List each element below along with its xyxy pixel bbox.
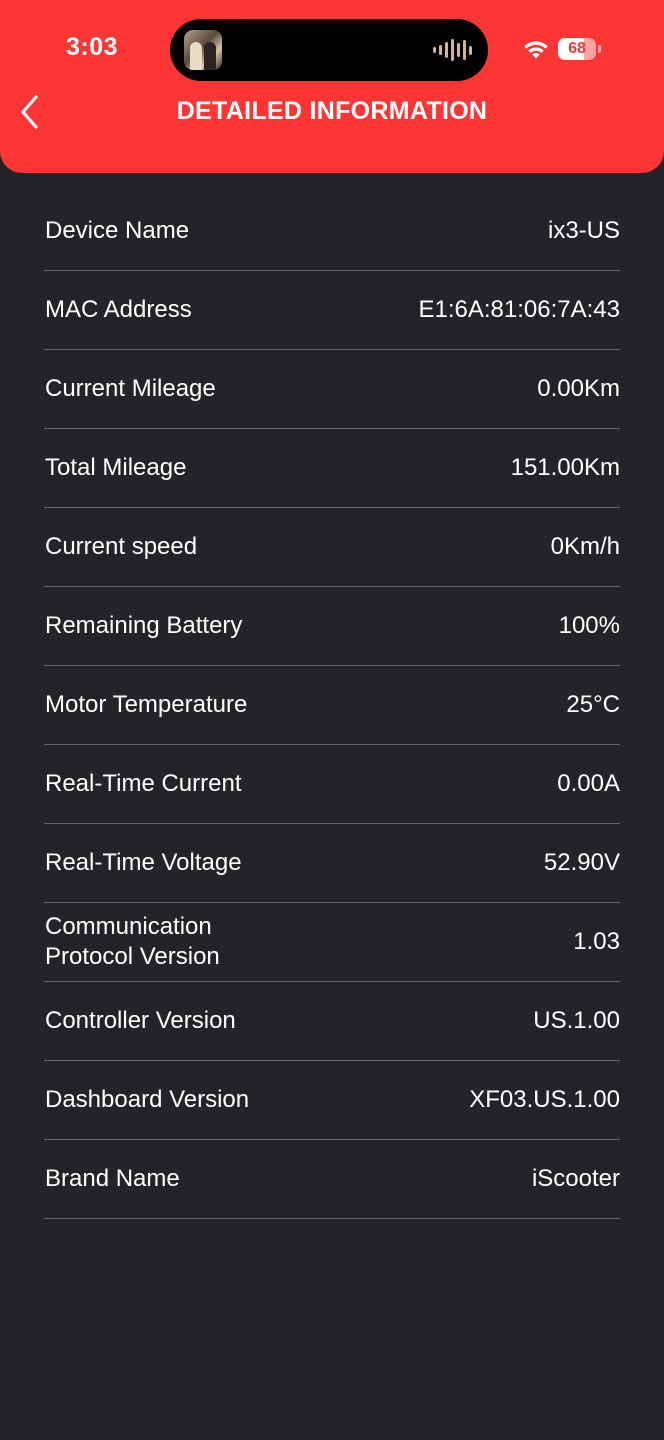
wifi-icon [524, 41, 548, 59]
detail-row: Motor Temperature 25°C [44, 666, 620, 745]
page-title: DETAILED INFORMATION [176, 97, 488, 125]
detail-value: 0Km/h [550, 533, 620, 560]
detail-list: Device Name ix3-US MAC Address E1:6A:81:06:… [44, 192, 620, 1219]
detail-label: Motor Temperature [45, 691, 248, 718]
detail-value: 0.00Km [537, 375, 620, 402]
detail-value: 1.03 [573, 928, 620, 955]
battery-icon: 68 [558, 38, 596, 60]
battery-percentage: 68 [568, 40, 586, 57]
detail-value: 52.90V [543, 849, 620, 876]
detail-value: iScooter [531, 1165, 620, 1192]
detail-row: Controller Version US.1.00 [44, 982, 620, 1061]
detail-row: Communication Protocol Version 1.03 [44, 903, 620, 982]
detail-value: 151.00Km [510, 454, 620, 481]
audio-waveform-icon [433, 39, 472, 61]
detail-row: Current Mileage 0.00Km [44, 350, 620, 429]
detail-row: Real-Time Current 0.00A [44, 745, 620, 824]
detail-label: Current Mileage [45, 375, 216, 402]
detail-value: ix3-US [547, 217, 620, 244]
header-bar: 3:03 68 DETAILED INFORMATION [0, 0, 664, 173]
detail-label: Device Name [45, 217, 190, 244]
detail-row: Brand Name iScooter [44, 1140, 620, 1219]
detail-label: Current speed [45, 533, 198, 560]
detail-value: US.1.00 [533, 1007, 620, 1034]
detail-row: Dashboard Version XF03.US.1.00 [44, 1061, 620, 1140]
detail-row: Current speed 0Km/h [44, 508, 620, 587]
detail-label: Brand Name [45, 1165, 180, 1192]
detail-label: Real-Time Voltage [45, 849, 242, 876]
detail-label: Dashboard Version [45, 1086, 250, 1113]
detail-label: MAC Address [45, 296, 192, 323]
detail-value: 25°C [566, 691, 620, 718]
detail-label: Remaining Battery [45, 612, 243, 639]
detail-row: Remaining Battery 100% [44, 587, 620, 666]
detail-label: Total Mileage [45, 454, 187, 481]
detail-label: Controller Version [45, 1007, 236, 1034]
now-playing-artwork-icon [184, 30, 222, 70]
battery-nub [598, 45, 601, 53]
detail-value: E1:6A:81:06:7A:43 [418, 296, 621, 323]
detail-value: XF03.US.1.00 [469, 1086, 620, 1113]
detail-label: Communication Protocol Version [45, 913, 220, 970]
detail-row: Real-Time Voltage 52.90V [44, 824, 620, 903]
detail-row: MAC Address E1:6A:81:06:7A:43 [44, 271, 620, 350]
dynamic-island[interactable] [170, 19, 488, 81]
detail-row: Total Mileage 151.00Km [44, 429, 620, 508]
detail-label: Real-Time Current [45, 770, 242, 797]
detail-row: Device Name ix3-US [44, 192, 620, 271]
detail-value: 0.00A [557, 770, 620, 797]
detail-value: 100% [558, 612, 620, 639]
status-time: 3:03 [66, 33, 119, 61]
